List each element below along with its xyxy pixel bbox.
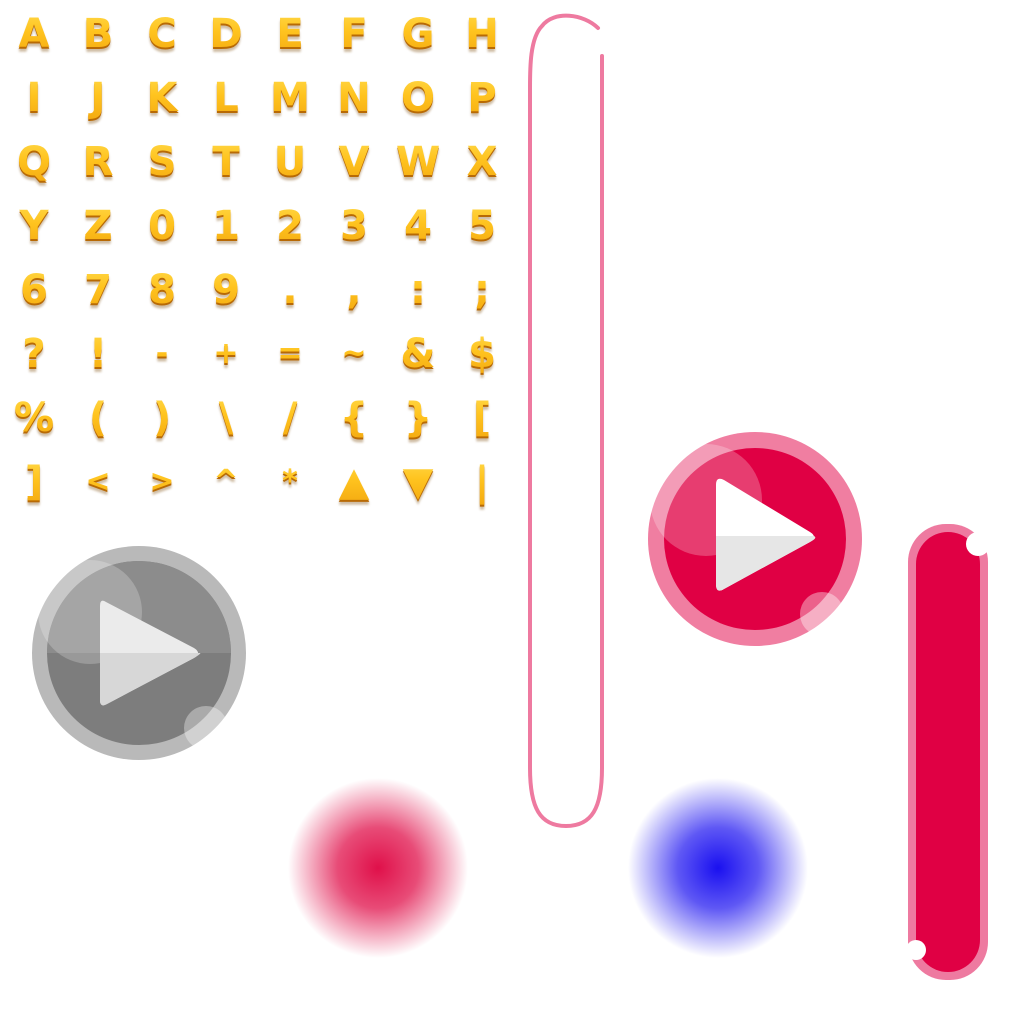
glyph: F <box>322 2 386 66</box>
glyph: [ <box>450 386 514 450</box>
blue-glow-orb <box>628 778 808 958</box>
glyph: \ <box>194 386 258 450</box>
glyph: 0 <box>130 194 194 258</box>
glyph: O <box>386 66 450 130</box>
play-button[interactable] <box>644 428 866 650</box>
glyph: B <box>66 2 130 66</box>
glyph: ; <box>450 258 514 322</box>
glyph: ) <box>130 386 194 450</box>
glyph: I <box>2 66 66 130</box>
play-button-disabled[interactable] <box>28 542 250 764</box>
glyph: J <box>66 66 130 130</box>
glyph: 4 <box>386 194 450 258</box>
glyph: ! <box>66 322 130 386</box>
red-glow-orb <box>288 778 468 958</box>
glyph: H <box>450 2 514 66</box>
glyph: , <box>322 258 386 322</box>
glyph: U <box>258 130 322 194</box>
glyph: E <box>258 2 322 66</box>
glyph: G <box>386 2 450 66</box>
glyph: ] <box>2 450 66 514</box>
glyph: 6 <box>2 258 66 322</box>
glyph: Q <box>2 130 66 194</box>
glyph: 5 <box>450 194 514 258</box>
glyph: + <box>194 322 258 386</box>
glyph: & <box>386 322 450 386</box>
glyph: = <box>258 322 322 386</box>
glyph: R <box>66 130 130 194</box>
glyph: X <box>450 130 514 194</box>
glyph: . <box>258 258 322 322</box>
glyph: > <box>130 450 194 514</box>
glyph: ~ <box>322 322 386 386</box>
glyph: S <box>130 130 194 194</box>
glyph: 8 <box>130 258 194 322</box>
glyph: N <box>322 66 386 130</box>
glyph: V <box>322 130 386 194</box>
glyph: C <box>130 2 194 66</box>
glyph: : <box>386 258 450 322</box>
glyph: T <box>194 130 258 194</box>
glyph: Z <box>66 194 130 258</box>
glyph: } <box>386 386 450 450</box>
glyph: 2 <box>258 194 322 258</box>
glyph: $ <box>450 322 514 386</box>
glyph: 9 <box>194 258 258 322</box>
glyph: - <box>130 322 194 386</box>
glyph: ^ <box>194 450 258 514</box>
glyph: < <box>66 450 130 514</box>
glyph: 3 <box>322 194 386 258</box>
font-glyph-grid: A B C D E F G H I J K L M N O P Q R S T … <box>2 2 514 514</box>
glyph: W <box>386 130 450 194</box>
sprite-atlas: A B C D E F G H I J K L M N O P Q R S T … <box>0 0 1024 1024</box>
glyph: | <box>450 450 514 514</box>
progress-bar-fill <box>906 524 990 980</box>
glyph: / <box>258 386 322 450</box>
glyph: D <box>194 2 258 66</box>
glyph: Y <box>2 194 66 258</box>
glyph: 7 <box>66 258 130 322</box>
glyph: 1 <box>194 194 258 258</box>
glyph: ? <box>2 322 66 386</box>
pink-outline-frame <box>528 13 604 829</box>
glyph: M <box>258 66 322 130</box>
glyph: ▲ <box>322 450 386 514</box>
glyph: { <box>322 386 386 450</box>
glyph: * <box>258 450 322 514</box>
glyph: ▼ <box>386 450 450 514</box>
glyph: P <box>450 66 514 130</box>
glyph: K <box>130 66 194 130</box>
glyph: ( <box>66 386 130 450</box>
glyph: % <box>2 386 66 450</box>
glyph: L <box>194 66 258 130</box>
glyph: A <box>2 2 66 66</box>
